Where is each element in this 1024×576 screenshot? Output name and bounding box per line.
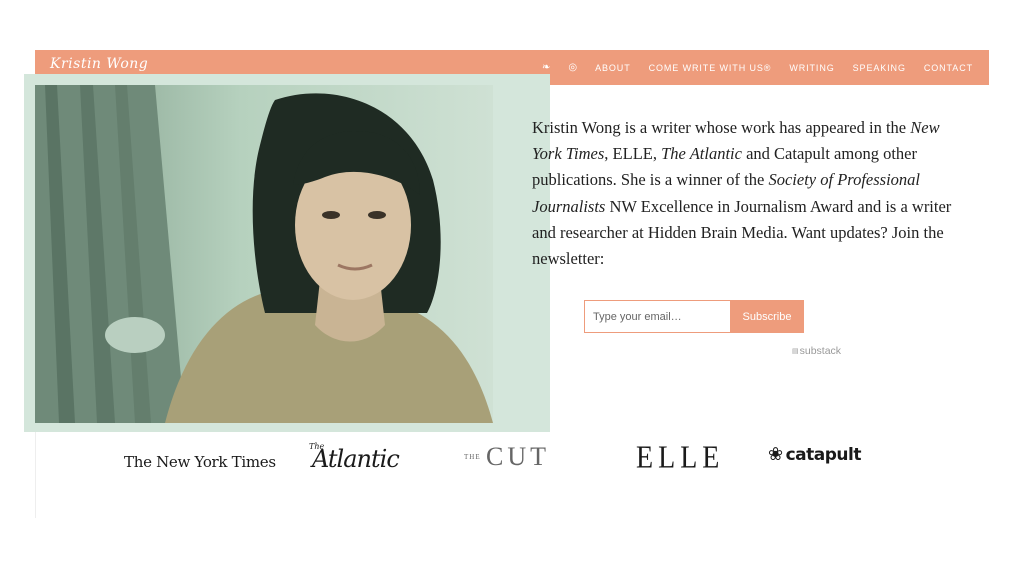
- logo-the-atlantic: The Atlantic: [309, 442, 400, 474]
- catapult-flower-icon: ❀: [768, 444, 783, 465]
- logo-elle: ELLE: [636, 440, 725, 476]
- logo-cut-the: THE: [464, 453, 481, 461]
- nav-link-about[interactable]: ABOUT: [595, 63, 631, 73]
- main-nav: ❧ ◎ ABOUT COME WRITE WITH US® WRITING SP…: [542, 50, 973, 85]
- nav-link-come-write-with-us[interactable]: COME WRITE WITH US®: [649, 63, 772, 73]
- bio-publication-atlantic: The Atlantic: [661, 144, 742, 164]
- bio-text-2: , ELLE,: [604, 144, 662, 164]
- logo-catapult-word: catapult: [785, 445, 862, 465]
- author-portrait: [35, 85, 493, 423]
- substack-credit[interactable]: ▤substack: [792, 345, 841, 357]
- nav-link-contact[interactable]: CONTACT: [924, 63, 973, 73]
- substack-label: substack: [799, 345, 842, 357]
- logo-atlantic-word: Atlantic: [312, 445, 400, 473]
- author-bio: Kristin Wong is a writer whose work has …: [532, 115, 952, 272]
- nav-link-speaking[interactable]: SPEAKING: [853, 63, 906, 73]
- instagram-icon[interactable]: ◎: [568, 62, 577, 73]
- subscribe-button[interactable]: Subscribe: [730, 300, 804, 333]
- logo-cut-word: CUT: [486, 442, 550, 471]
- logo-catapult: ❀ catapult: [768, 445, 861, 465]
- nav-link-writing[interactable]: WRITING: [789, 63, 834, 73]
- bio-text-1: Kristin Wong is a writer whose work has …: [532, 118, 911, 137]
- newsletter-email-input[interactable]: [584, 300, 730, 333]
- substack-icon: ▤: [792, 348, 799, 355]
- logo-new-york-times: The New York Times: [124, 453, 276, 471]
- twitter-icon[interactable]: ❧: [542, 62, 550, 73]
- site-logo[interactable]: Kristin Wong: [50, 56, 148, 72]
